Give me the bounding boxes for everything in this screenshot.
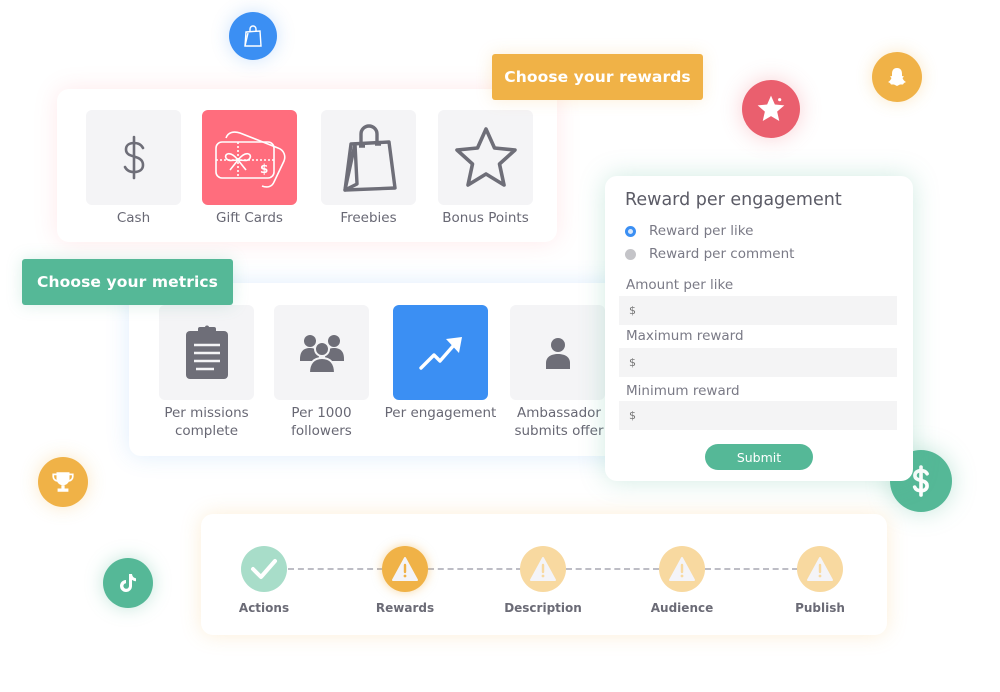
metric-label-line1: Ambassador bbox=[517, 405, 601, 421]
shopping-bag-icon bbox=[244, 25, 262, 47]
submit-button[interactable]: Submit bbox=[705, 444, 813, 470]
gift-card-icon: $ bbox=[214, 130, 286, 188]
reward-option-gift-cards[interactable]: $ bbox=[202, 110, 297, 205]
reward-option-cash[interactable] bbox=[86, 110, 181, 205]
tiktok-badge bbox=[103, 558, 153, 608]
radio-label: Reward per comment bbox=[649, 246, 795, 262]
step-label: Description bbox=[504, 601, 582, 615]
group-icon bbox=[299, 334, 344, 373]
warning-icon bbox=[797, 546, 843, 592]
star-icon bbox=[757, 95, 785, 121]
metric-option-ambassador[interactable] bbox=[510, 305, 605, 400]
step-label: Publish bbox=[795, 601, 845, 615]
choose-metrics-tag: Choose your metrics bbox=[22, 259, 233, 305]
shopping-bag-icon bbox=[342, 123, 397, 192]
step-label: Audience bbox=[650, 601, 714, 615]
metric-option-missions[interactable] bbox=[159, 305, 254, 400]
metric-label-line1: Per missions bbox=[164, 405, 249, 421]
metric-label-followers: Per 1000 followers bbox=[264, 404, 379, 440]
step-description[interactable]: Description bbox=[493, 546, 593, 615]
trophy-badge bbox=[38, 457, 88, 507]
warning-icon bbox=[659, 546, 705, 592]
svg-text:$: $ bbox=[260, 162, 268, 176]
rewards-card: Cash $ Gift Cards Freebies Bonus Points bbox=[57, 89, 557, 242]
amount-per-like-input[interactable] bbox=[619, 296, 897, 325]
metric-label-line1: Per engagement bbox=[384, 405, 497, 421]
snapchat-badge bbox=[872, 52, 922, 102]
trending-up-icon bbox=[418, 336, 462, 370]
star-badge bbox=[742, 80, 800, 138]
trophy-icon bbox=[52, 472, 74, 492]
metric-label-engagement: Per engagement bbox=[380, 404, 501, 422]
metric-label-line2: complete bbox=[174, 423, 239, 439]
clipboard-icon bbox=[185, 325, 228, 379]
reward-label-cash: Cash bbox=[116, 210, 151, 226]
person-icon bbox=[545, 337, 570, 369]
radio-unchecked-icon[interactable] bbox=[625, 248, 636, 260]
minimum-reward-input[interactable] bbox=[619, 401, 897, 430]
step-publish[interactable]: Publish bbox=[770, 546, 870, 615]
reward-label-gift-cards: Gift Cards bbox=[216, 210, 283, 226]
radio-label: Reward per like bbox=[649, 223, 754, 239]
metric-label-line2: submits offer bbox=[514, 423, 604, 439]
reward-label-bonus-points: Bonus Points bbox=[442, 210, 529, 226]
choose-rewards-tag: Choose your rewards bbox=[492, 54, 703, 100]
radio-reward-per-like[interactable]: Reward per like bbox=[625, 223, 753, 239]
warning-icon bbox=[382, 546, 428, 592]
maximum-reward-input[interactable] bbox=[619, 348, 897, 377]
metric-option-engagement[interactable] bbox=[393, 305, 488, 400]
step-audience[interactable]: Audience bbox=[632, 546, 732, 615]
radio-reward-per-comment[interactable]: Reward per comment bbox=[625, 246, 794, 262]
form-title: Reward per engagement bbox=[625, 190, 842, 210]
reward-label-freebies: Freebies bbox=[340, 210, 397, 226]
warning-icon bbox=[520, 546, 566, 592]
minimum-reward-label: Minimum reward bbox=[626, 383, 740, 399]
radio-checked-icon[interactable] bbox=[625, 225, 636, 237]
metric-label-line1: Per 1000 bbox=[291, 405, 352, 421]
shopping-bag-badge bbox=[229, 12, 277, 60]
metric-label-ambassador: Ambassador submits offer bbox=[504, 404, 614, 440]
step-rewards[interactable]: Rewards bbox=[355, 546, 455, 615]
metrics-card: Per missions complete Per 1000 followers… bbox=[129, 283, 629, 456]
amount-per-like-label: Amount per like bbox=[626, 277, 734, 293]
reward-option-freebies[interactable] bbox=[321, 110, 416, 205]
metric-option-followers[interactable] bbox=[274, 305, 369, 400]
metric-label-missions: Per missions complete bbox=[149, 404, 264, 440]
step-label: Actions bbox=[238, 601, 290, 615]
dollar-icon bbox=[123, 135, 144, 179]
step-label: Rewards bbox=[375, 601, 435, 615]
maximum-reward-label: Maximum reward bbox=[626, 328, 744, 344]
check-icon bbox=[241, 546, 287, 592]
metric-label-line2: followers bbox=[291, 423, 352, 439]
snapchat-icon bbox=[888, 68, 906, 86]
step-actions[interactable]: Actions bbox=[214, 546, 314, 615]
reward-form-card: Reward per engagement Reward per like Re… bbox=[605, 176, 913, 481]
star-icon bbox=[454, 126, 517, 187]
reward-option-bonus-points[interactable] bbox=[438, 110, 533, 205]
tiktok-icon bbox=[120, 574, 136, 592]
